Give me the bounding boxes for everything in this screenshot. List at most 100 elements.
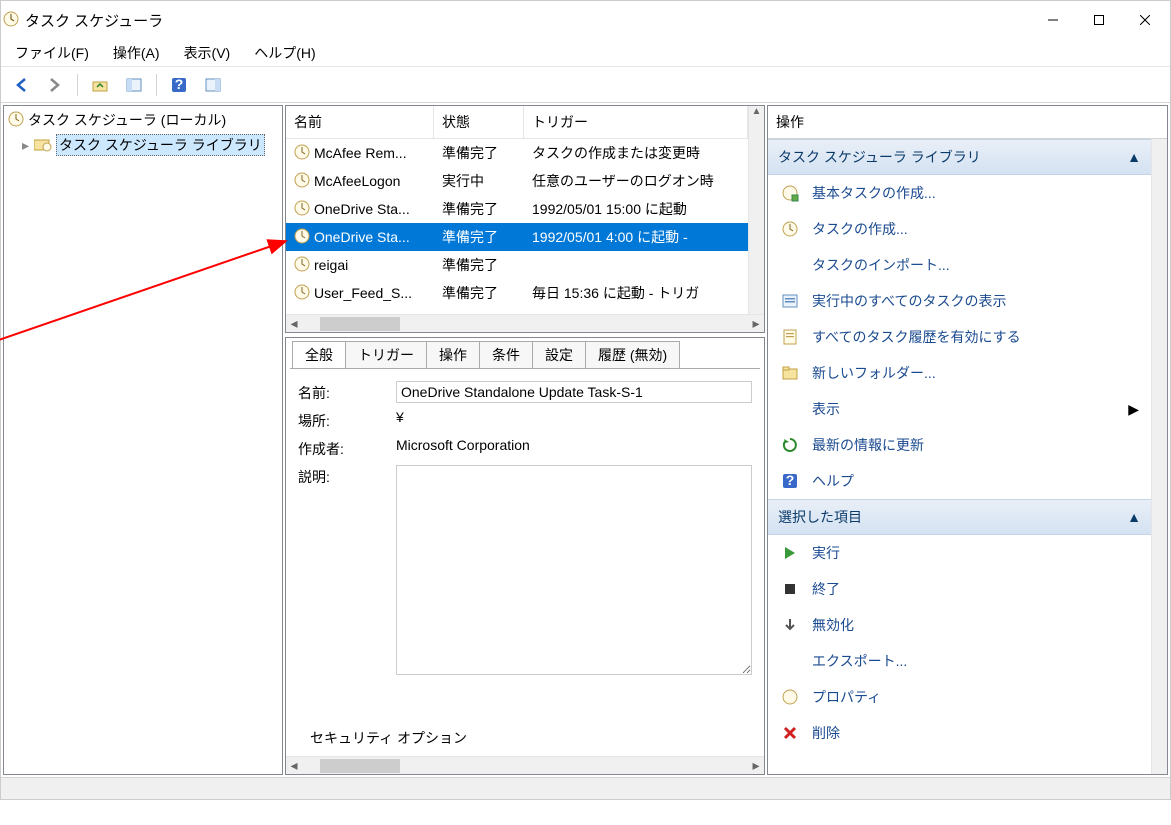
action-新しいフォルダー...[interactable]: 新しいフォルダー...: [768, 355, 1151, 391]
tree-root[interactable]: タスク スケジューラ (ローカル): [6, 108, 280, 132]
column-trigger[interactable]: トリガー: [524, 106, 748, 138]
folder-clock-icon: [34, 136, 52, 155]
action-label: すべてのタスク履歴を有効にする: [812, 327, 1021, 347]
action-label: 終了: [812, 579, 840, 599]
task-trigger: 1992/05/01 4:00 に起動 -: [524, 223, 748, 251]
action-icon: [780, 687, 800, 707]
action-エクスポート...[interactable]: エクスポート...: [768, 643, 1151, 679]
name-label: 名前:: [298, 381, 396, 405]
author-label: 作成者:: [298, 437, 396, 461]
action-label: 新しいフォルダー...: [812, 363, 936, 383]
action-無効化[interactable]: 無効化: [768, 607, 1151, 643]
action-icon: ?: [780, 471, 800, 491]
tree-library[interactable]: ▸ タスク スケジューラ ライブラリ: [20, 132, 280, 158]
action-実行[interactable]: 実行: [768, 535, 1151, 571]
tab-1[interactable]: トリガー: [345, 341, 427, 368]
action-すべてのタスク履歴を有効にする[interactable]: すべてのタスク履歴を有効にする: [768, 319, 1151, 355]
task-name: OneDrive Sta...: [314, 201, 410, 217]
action-icon: [780, 651, 800, 671]
tab-0[interactable]: 全般: [292, 341, 346, 368]
collapse-icon: ▲: [1127, 149, 1141, 165]
task-row[interactable]: reigai 準備完了: [286, 251, 748, 279]
toolbar: ?: [1, 67, 1170, 103]
action-ヘルプ[interactable]: ?ヘルプ: [768, 463, 1151, 499]
task-state: 準備完了: [434, 195, 524, 223]
task-trigger: [524, 261, 748, 269]
location-value: ¥: [396, 409, 752, 433]
task-name: User_Feed_S...: [314, 285, 412, 301]
location-label: 場所:: [298, 409, 396, 433]
window-title: タスク スケジューラ: [25, 10, 163, 31]
tab-5[interactable]: 履歴 (無効): [585, 341, 680, 368]
collapse-icon: ▲: [1127, 509, 1141, 525]
action-最新の情報に更新[interactable]: 最新の情報に更新: [768, 427, 1151, 463]
action-label: 表示: [812, 399, 840, 419]
task-row[interactable]: McAfeeLogon実行中任意のユーザーのログオン時: [286, 167, 748, 195]
action-タスクのインポート...[interactable]: タスクのインポート...: [768, 247, 1151, 283]
show-hide-tree-button[interactable]: [118, 71, 150, 99]
task-row[interactable]: User_Feed_S...準備完了毎日 15:36 に起動 - トリガ: [286, 279, 748, 307]
back-button[interactable]: [5, 71, 37, 99]
up-folder-button[interactable]: [84, 71, 116, 99]
show-action-pane-button[interactable]: [197, 71, 229, 99]
action-削除[interactable]: 削除: [768, 715, 1151, 751]
action-group-library-title: タスク スケジューラ ライブラリ: [778, 147, 981, 167]
action-icon: [780, 255, 800, 275]
column-name[interactable]: 名前: [286, 106, 434, 138]
task-list[interactable]: McAfee Rem...準備完了タスクの作成または変更時McAfeeLogon…: [286, 139, 748, 314]
details-horizontal-scrollbar[interactable]: ◂ ▸: [286, 756, 764, 774]
action-label: 最新の情報に更新: [812, 435, 924, 455]
action-label: 削除: [812, 723, 840, 743]
clock-icon: [294, 144, 310, 163]
task-name: reigai: [314, 257, 348, 273]
author-value: Microsoft Corporation: [396, 437, 752, 461]
action-icon: [780, 579, 800, 599]
help-button[interactable]: ?: [163, 71, 195, 99]
minimize-button[interactable]: [1030, 5, 1076, 35]
tree-panel: タスク スケジューラ (ローカル) ▸ タスク スケジューラ ライブラリ: [3, 105, 283, 775]
menu-view[interactable]: 表示(V): [174, 41, 241, 65]
clock-icon: [8, 111, 24, 130]
task-row[interactable]: OneDrive Sta...準備完了1992/05/01 4:00 に起動 -: [286, 223, 748, 251]
action-実行中のすべてのタスクの表示[interactable]: 実行中のすべてのタスクの表示: [768, 283, 1151, 319]
action-基本タスクの作成...[interactable]: 基本タスクの作成...: [768, 175, 1151, 211]
tab-2[interactable]: 操作: [426, 341, 480, 368]
action-label: 無効化: [812, 615, 854, 635]
task-row[interactable]: OneDrive Sta...準備完了1992/05/01 15:00 に起動: [286, 195, 748, 223]
task-state: 準備完了: [434, 139, 524, 167]
action-icon: [780, 183, 800, 203]
tab-3[interactable]: 条件: [479, 341, 533, 368]
horizontal-scrollbar[interactable]: ◂ ▸: [286, 314, 764, 332]
task-state: 準備完了: [434, 251, 524, 279]
action-group-selected[interactable]: 選択した項目 ▲: [768, 499, 1151, 535]
action-label: タスクの作成...: [812, 219, 908, 239]
action-タスクの作成...[interactable]: タスクの作成...: [768, 211, 1151, 247]
menu-action[interactable]: 操作(A): [103, 41, 170, 65]
task-name: McAfeeLogon: [314, 173, 400, 189]
action-group-selected-title: 選択した項目: [778, 507, 862, 527]
actions-vertical-scrollbar[interactable]: [1151, 139, 1167, 774]
menu-help[interactable]: ヘルプ(H): [244, 41, 325, 65]
action-icon: [780, 363, 800, 383]
action-終了[interactable]: 終了: [768, 571, 1151, 607]
name-field[interactable]: [396, 381, 752, 403]
description-field[interactable]: [396, 465, 752, 675]
vertical-scrollbar[interactable]: ▲: [748, 106, 764, 314]
tab-4[interactable]: 設定: [532, 341, 586, 368]
column-state[interactable]: 状態: [434, 106, 524, 138]
action-label: エクスポート...: [812, 651, 907, 671]
menu-file[interactable]: ファイル(F): [5, 41, 99, 65]
task-state: 準備完了: [434, 279, 524, 307]
menubar: ファイル(F) 操作(A) 表示(V) ヘルプ(H): [1, 39, 1170, 67]
close-button[interactable]: [1122, 5, 1168, 35]
action-表示[interactable]: 表示▶: [768, 391, 1151, 427]
titlebar[interactable]: タスク スケジューラ: [1, 1, 1170, 39]
clock-icon: [294, 200, 310, 219]
task-row[interactable]: McAfee Rem...準備完了タスクの作成または変更時: [286, 139, 748, 167]
action-group-library[interactable]: タスク スケジューラ ライブラリ ▲: [768, 139, 1151, 175]
action-icon: [780, 615, 800, 635]
forward-button[interactable]: [39, 71, 71, 99]
action-icon: [780, 543, 800, 563]
maximize-button[interactable]: [1076, 5, 1122, 35]
action-プロパティ[interactable]: プロパティ: [768, 679, 1151, 715]
